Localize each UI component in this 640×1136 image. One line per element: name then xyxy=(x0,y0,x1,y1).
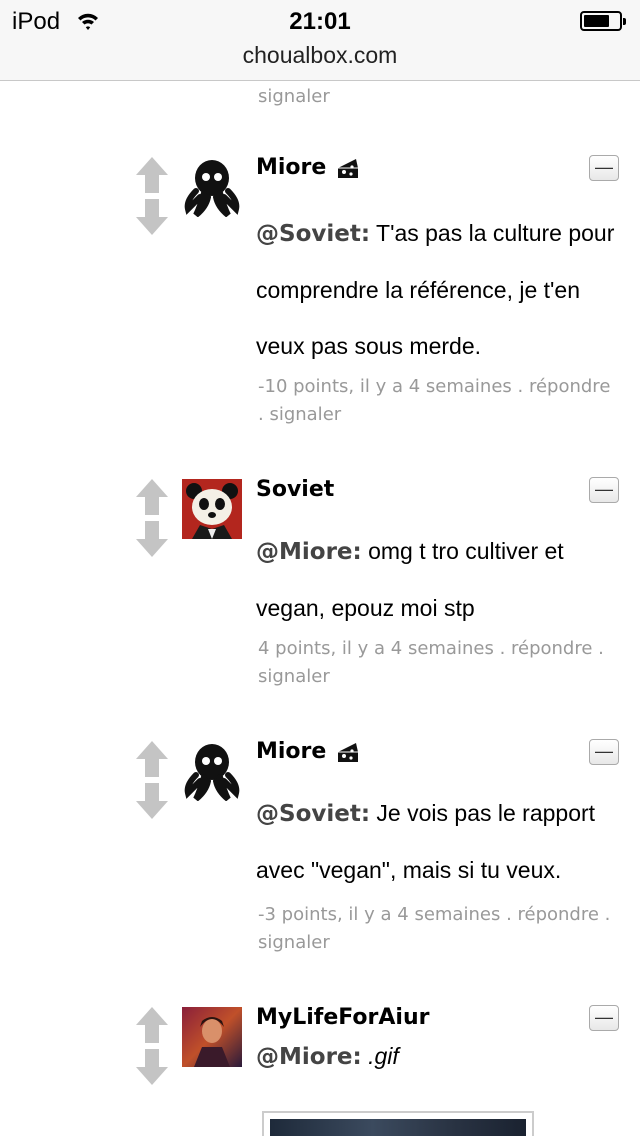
octopus-avatar[interactable] xyxy=(182,157,242,217)
report-link[interactable]: signaler xyxy=(258,666,330,687)
status-bar: iPod 21:01 xyxy=(0,0,640,40)
collapse-button[interactable]: — xyxy=(589,155,619,181)
battery-icon xyxy=(580,11,626,31)
cheese-icon xyxy=(338,159,359,178)
username[interactable]: Miore xyxy=(256,155,360,180)
comment-meta: 4 points, il y a 4 semaines . répondre .… xyxy=(258,635,618,691)
comment-body: @Miore: omg t tro cultiver et vegan, epo… xyxy=(256,523,626,636)
points: 4 points, xyxy=(258,638,337,659)
reply-link[interactable]: . répondre . xyxy=(500,638,604,659)
collapse-button[interactable]: — xyxy=(589,477,619,503)
username[interactable]: Miore xyxy=(256,739,360,764)
mention-link[interactable]: @Miore: xyxy=(256,539,362,565)
report-link[interactable]: signaler xyxy=(258,932,330,953)
mention-link[interactable]: @Soviet: xyxy=(256,221,370,247)
comment-body: @Miore: .gif xyxy=(256,1028,626,1085)
cheese-icon xyxy=(338,743,359,762)
clock: 21:01 xyxy=(289,8,351,35)
gif-image[interactable] xyxy=(262,1111,534,1136)
up-down-arrows-icon[interactable] xyxy=(134,479,170,559)
up-down-arrows-icon[interactable] xyxy=(134,741,170,821)
mention-link[interactable]: @Soviet: xyxy=(256,801,370,827)
comment-meta: -3 points, il y a 4 semaines . répondre … xyxy=(258,901,618,957)
points: -3 points, xyxy=(258,904,343,925)
comment-text: .gif xyxy=(368,1043,399,1069)
previous-comment-meta: signaler xyxy=(258,83,330,111)
url-text[interactable]: choualbox.com xyxy=(0,42,640,69)
report-link[interactable]: . signaler xyxy=(258,404,341,425)
timestamp[interactable]: il y a 4 semaines xyxy=(348,904,500,925)
report-link[interactable]: signaler xyxy=(258,86,330,107)
comment-thread: signaler Miore — @Soviet: T'as pas la cu… xyxy=(0,81,640,1136)
points: -10 points, xyxy=(258,376,355,397)
username[interactable]: MyLifeForAiur xyxy=(256,1005,429,1030)
portrait-avatar[interactable] xyxy=(182,1007,242,1067)
timestamp[interactable]: il y a 4 semaines xyxy=(342,638,494,659)
octopus-avatar[interactable] xyxy=(182,741,242,801)
panda-avatar[interactable] xyxy=(182,479,242,539)
timestamp[interactable]: il y a 4 semaines xyxy=(360,376,512,397)
collapse-button[interactable]: — xyxy=(589,739,619,765)
reply-link[interactable]: . répondre . xyxy=(506,904,610,925)
reply-link[interactable]: . répondre xyxy=(518,376,611,397)
comment-body: @Soviet: Je vois pas le rapport avec "ve… xyxy=(256,785,626,898)
mention-link[interactable]: @Miore: xyxy=(256,1044,362,1070)
comment-body: @Soviet: T'as pas la culture pour compre… xyxy=(256,205,626,374)
comment-meta: -10 points, il y a 4 semaines . répondre… xyxy=(258,373,618,429)
up-down-arrows-icon[interactable] xyxy=(134,157,170,237)
address-bar[interactable]: choualbox.com xyxy=(0,40,640,81)
up-down-arrows-icon[interactable] xyxy=(134,1007,170,1087)
username[interactable]: Soviet xyxy=(256,477,334,502)
